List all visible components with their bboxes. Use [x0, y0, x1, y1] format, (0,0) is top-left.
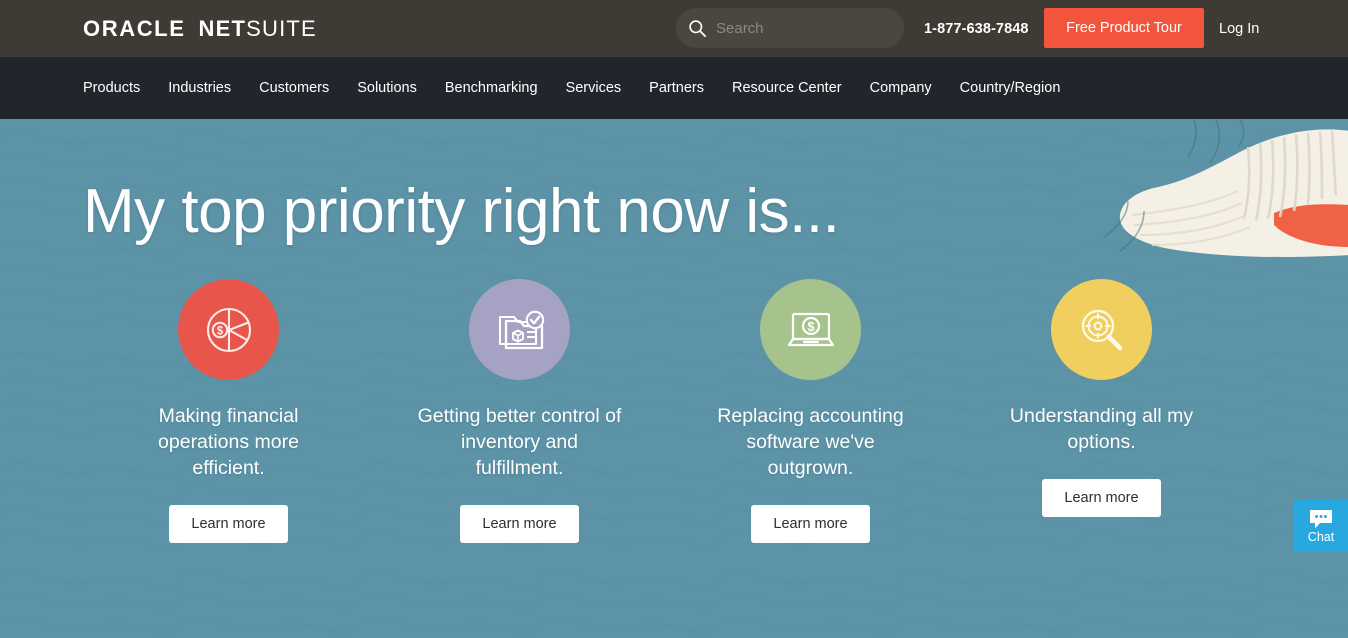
folder-box-check-icon	[498, 310, 544, 349]
nav-item-customers[interactable]: Customers	[259, 80, 329, 96]
svg-text:$: $	[216, 325, 223, 337]
nav-item-industries[interactable]: Industries	[168, 80, 231, 96]
logo-net-text: NET	[198, 15, 247, 41]
priority-card: Getting better control of inventory and …	[374, 279, 665, 543]
search-icon	[689, 19, 707, 37]
priority-card: $ Replacing accounting software we've ou…	[665, 279, 956, 543]
priority-icon-circle-accounting[interactable]: $	[760, 279, 861, 380]
nav-item-company[interactable]: Company	[870, 80, 932, 96]
chat-widget-button[interactable]: Chat	[1294, 500, 1348, 552]
log-in-link[interactable]: Log In	[1219, 0, 1259, 57]
logo-suite-text: SUITE	[246, 15, 317, 41]
priority-icon-circle-inventory[interactable]	[469, 279, 570, 380]
hero-headline: My top priority right now is...	[83, 177, 840, 246]
learn-more-button[interactable]: Learn more	[460, 505, 579, 543]
magnifier-target-icon	[1081, 309, 1122, 350]
priority-card: Understanding all my options. Learn more	[956, 279, 1247, 543]
nav-item-resource-center[interactable]: Resource Center	[732, 80, 842, 96]
free-product-tour-button[interactable]: Free Product Tour	[1044, 8, 1204, 48]
priority-card-list: $ Making financial operations more effic…	[83, 279, 1248, 543]
learn-more-button[interactable]: Learn more	[751, 505, 870, 543]
priority-card: $ Making financial operations more effic…	[83, 279, 374, 543]
priority-card-text: Getting better control of inventory and …	[417, 405, 622, 479]
chat-bubble-icon	[1310, 509, 1332, 528]
oracle-netsuite-logo[interactable]: ORACLE NET SUITE	[83, 16, 317, 42]
nav-item-partners[interactable]: Partners	[649, 80, 704, 96]
hand-illustration	[1103, 119, 1348, 257]
hero-banner: My top priority right now is... $ Making…	[0, 119, 1348, 638]
nav-item-country-region[interactable]: Country/Region	[960, 80, 1061, 96]
priority-icon-circle-options[interactable]	[1051, 279, 1152, 380]
logo-oracle-text: ORACLE	[83, 15, 186, 41]
nav-item-services[interactable]: Services	[566, 80, 622, 96]
chat-widget-label: Chat	[1307, 529, 1335, 544]
priority-card-text: Replacing accounting software we've outg…	[717, 405, 904, 479]
learn-more-button[interactable]: Learn more	[1042, 479, 1161, 517]
laptop-dollar-icon: $	[787, 312, 834, 346]
priority-icon-circle-financial[interactable]: $	[178, 279, 279, 380]
nav-item-products[interactable]: Products	[83, 80, 140, 96]
pie-chart-dollar-icon: $	[206, 307, 251, 352]
nav-item-benchmarking[interactable]: Benchmarking	[445, 80, 538, 96]
learn-more-button[interactable]: Learn more	[169, 505, 288, 543]
priority-card-text: Making financial operations more efficie…	[158, 405, 299, 479]
phone-number[interactable]: 1-877-638-7848	[924, 0, 1029, 57]
search-box[interactable]	[676, 8, 915, 48]
search-input[interactable]	[716, 16, 915, 40]
priority-card-text: Understanding all my options.	[1009, 405, 1194, 453]
nav-item-solutions[interactable]: Solutions	[357, 80, 417, 96]
main-navigation: Products Industries Customers Solutions …	[0, 57, 1348, 119]
top-utility-bar: ORACLE NET SUITE 1-877-638-7848 Free Pro…	[0, 0, 1348, 57]
page-root: ORACLE NET SUITE 1-877-638-7848 Free Pro…	[0, 0, 1348, 638]
svg-text:$: $	[807, 319, 815, 334]
